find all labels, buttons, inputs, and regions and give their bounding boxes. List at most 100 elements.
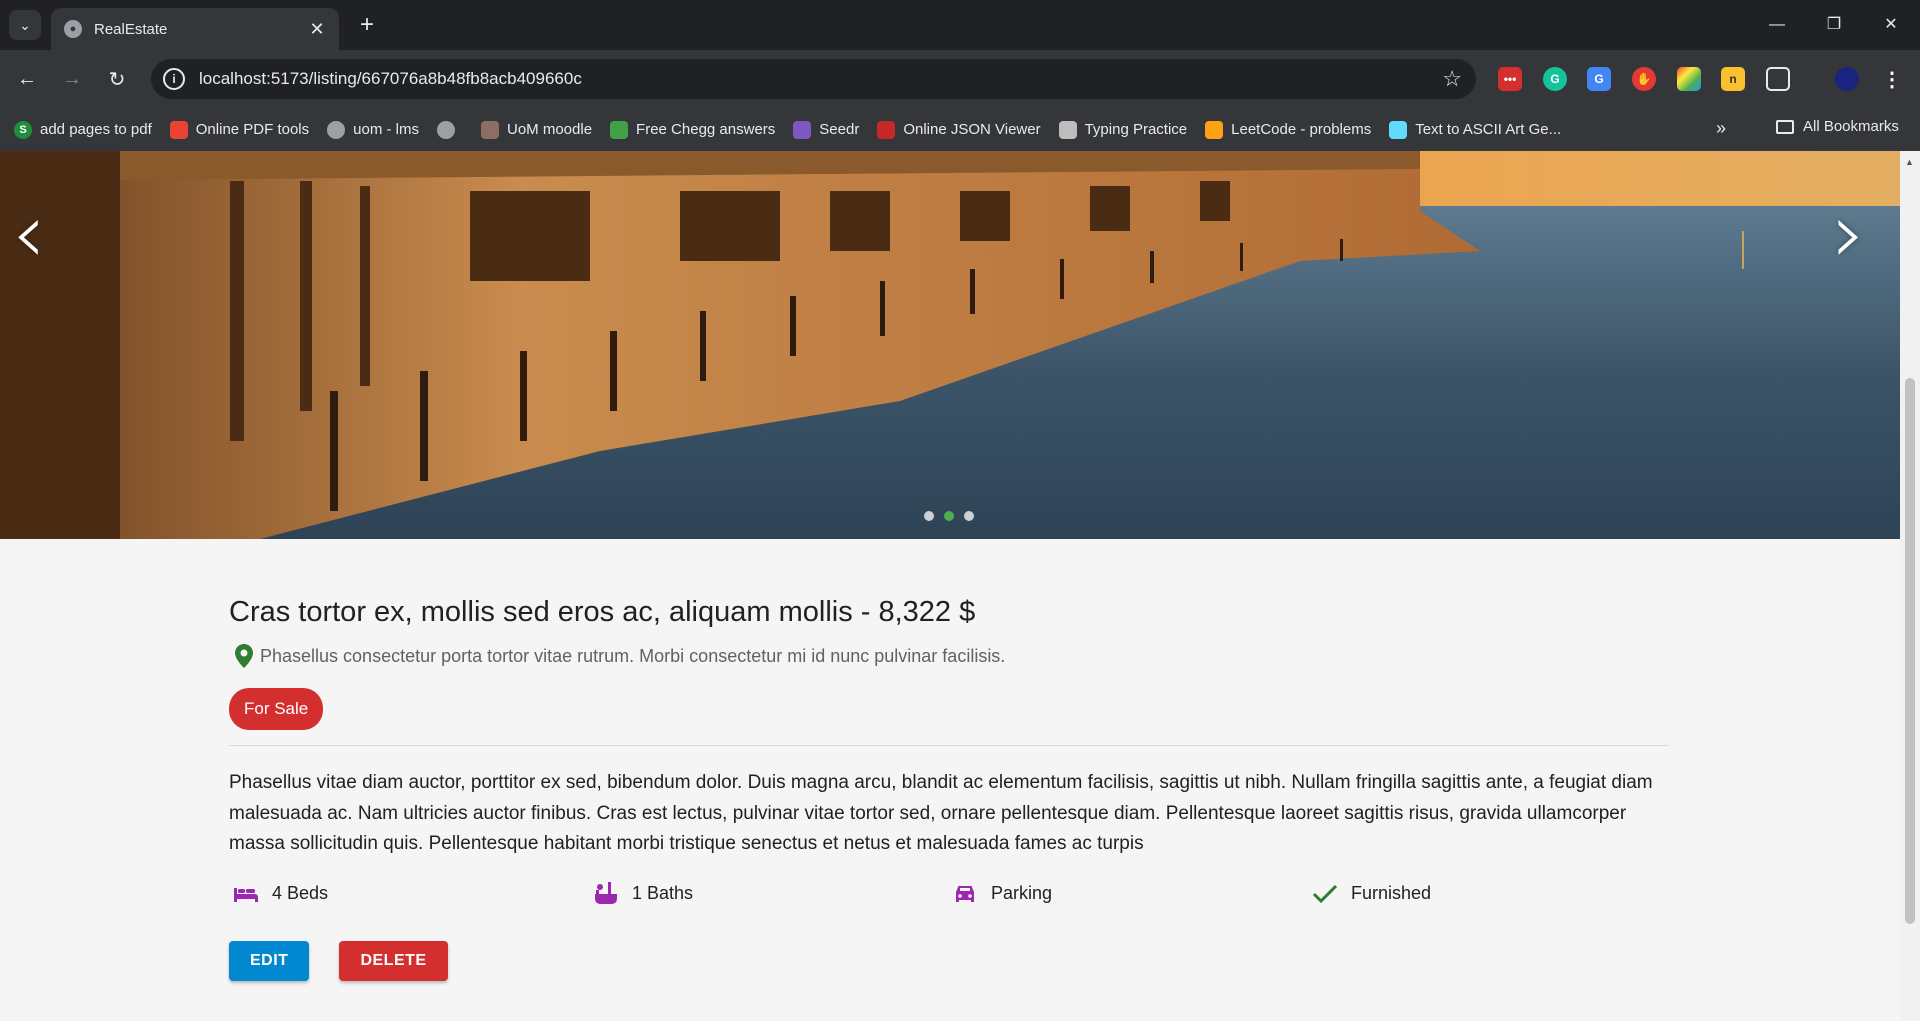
books-icon bbox=[610, 120, 629, 139]
chevron-down-icon: ⌄ bbox=[19, 16, 31, 33]
leetcode-icon bbox=[1205, 120, 1224, 139]
bookmark-item[interactable]: LeetCode - problems bbox=[1205, 120, 1372, 139]
browser-chrome: ⌄ ● RealEstate ✕ + — ❐ ✕ ← → ↻ i localho… bbox=[0, 0, 1920, 151]
listing-photo bbox=[0, 151, 1900, 539]
listing-actions: EDIT DELETE bbox=[229, 940, 1669, 981]
seed-icon bbox=[793, 120, 812, 139]
bookmark-label: LeetCode - problems bbox=[1231, 121, 1372, 138]
block-hand-icon[interactable]: ✋ bbox=[1632, 67, 1656, 91]
bed-icon bbox=[234, 887, 258, 902]
bookmark-label: Online PDF tools bbox=[195, 121, 310, 138]
minimize-icon[interactable]: — bbox=[1757, 10, 1797, 40]
bookmark-label: add pages to pdf bbox=[40, 121, 152, 138]
bookmark-label: UoM moodle bbox=[507, 121, 593, 138]
forward-icon[interactable]: → bbox=[56, 63, 88, 95]
address-text: Phasellus consectetur porta tortor vitae… bbox=[260, 645, 1006, 666]
bookmark-label: Online JSON Viewer bbox=[903, 121, 1041, 138]
feature-furnished: Furnished bbox=[1311, 880, 1431, 908]
bookmark-label: Text to ASCII Art Ge... bbox=[1415, 121, 1562, 138]
bookmark-item[interactable]: Text to ASCII Art Ge... bbox=[1389, 120, 1562, 139]
furnished-label: Furnished bbox=[1351, 883, 1432, 903]
listing-details: Cras tortor ex, mollis sed eros ac, aliq… bbox=[229, 596, 1669, 981]
bookmark-item[interactable]: Online JSON Viewer bbox=[877, 120, 1041, 139]
parking-label: Parking bbox=[991, 883, 1053, 903]
listing-image-carousel[interactable]: ‹ › bbox=[0, 151, 1900, 539]
feature-beds: 4 Beds bbox=[232, 880, 328, 908]
site-info-icon[interactable]: i bbox=[163, 68, 185, 90]
extension-yellow-icon[interactable]: n bbox=[1721, 67, 1745, 91]
bookmark-label: uom - lms bbox=[353, 121, 419, 138]
kebab-menu-icon[interactable]: ⋮ bbox=[1880, 67, 1904, 91]
back-icon[interactable]: ← bbox=[11, 63, 43, 95]
bookmark-item[interactable]: Seedr bbox=[793, 120, 860, 139]
heart-icon bbox=[169, 120, 188, 139]
globe-icon: ● bbox=[64, 20, 82, 38]
bookmark-item[interactable]: UoM moodle bbox=[481, 120, 593, 139]
feature-parking: Parking bbox=[951, 880, 1052, 908]
keyboard-icon bbox=[1058, 120, 1077, 139]
page-viewport: ‹ › Cras tortor ex, mollis sed eros ac, … bbox=[0, 151, 1900, 1021]
globe-icon bbox=[437, 120, 455, 139]
carousel-dot[interactable] bbox=[944, 511, 954, 521]
bookmark-star-icon[interactable]: ☆ bbox=[1442, 66, 1462, 92]
listing-type-badge: For Sale bbox=[229, 688, 324, 730]
edit-button[interactable]: EDIT bbox=[229, 940, 310, 981]
bookmark-item[interactable]: Typing Practice bbox=[1058, 120, 1188, 139]
bookmark-label: Free Chegg answers bbox=[636, 121, 776, 138]
url-text[interactable]: localhost:5173/listing/667076a8b48fb8acb… bbox=[199, 69, 1442, 89]
bookmark-item[interactable]: Online PDF tools bbox=[169, 120, 310, 139]
globe-icon bbox=[327, 120, 346, 139]
close-window-icon[interactable]: ✕ bbox=[1871, 10, 1911, 40]
page-scrollbar[interactable]: ▲ bbox=[1900, 151, 1920, 1021]
json-icon bbox=[877, 120, 896, 139]
address-bar[interactable]: i localhost:5173/listing/667076a8b48fb8a… bbox=[151, 59, 1476, 99]
all-bookmarks-button[interactable]: All Bookmarks bbox=[1776, 118, 1899, 135]
browser-tab[interactable]: ● RealEstate ✕ bbox=[51, 8, 339, 50]
listing-title: Cras tortor ex, mollis sed eros ac, aliq… bbox=[229, 596, 976, 628]
close-tab-icon[interactable]: ✕ bbox=[305, 19, 329, 40]
s-icon: S bbox=[14, 120, 32, 139]
extension-dots-icon[interactable]: ••• bbox=[1498, 67, 1522, 91]
bookmark-item[interactable]: Free Chegg answers bbox=[610, 120, 776, 139]
restore-icon[interactable]: ❐ bbox=[1814, 10, 1854, 40]
folder-icon bbox=[1776, 119, 1794, 134]
extensions-puzzle-icon[interactable] bbox=[1766, 67, 1790, 91]
bookmark-item[interactable] bbox=[437, 120, 463, 139]
feature-baths: 1 Baths bbox=[592, 880, 693, 908]
scroll-up-icon[interactable]: ▲ bbox=[1905, 157, 1914, 167]
check-icon bbox=[1312, 884, 1338, 903]
bookmark-item[interactable]: uom - lms bbox=[327, 120, 419, 139]
react-icon bbox=[1389, 120, 1408, 139]
translate-icon[interactable]: G bbox=[1587, 67, 1611, 91]
tab-title: RealEstate bbox=[94, 20, 168, 38]
scrollbar-thumb[interactable] bbox=[1905, 378, 1915, 924]
new-tab-button[interactable]: + bbox=[352, 10, 382, 40]
tab-search-button[interactable]: ⌄ bbox=[9, 10, 41, 40]
carousel-prev-arrow[interactable]: ‹ bbox=[12, 191, 46, 275]
delete-button[interactable]: DELETE bbox=[339, 940, 448, 981]
divider bbox=[229, 745, 1669, 746]
location-pin-icon bbox=[235, 644, 253, 668]
profile-avatar[interactable] bbox=[1835, 67, 1859, 91]
carousel-next-arrow[interactable]: › bbox=[1832, 191, 1866, 275]
tab-strip: ⌄ ● RealEstate ✕ + — ❐ ✕ bbox=[0, 0, 1920, 50]
bookmarks-bar: Sadd pages to pdf Online PDF tools uom - l… bbox=[0, 108, 1920, 151]
bookmark-item[interactable]: Sadd pages to pdf bbox=[14, 120, 152, 139]
bookmarks-overflow-icon[interactable]: » bbox=[1716, 118, 1726, 139]
listing-address: Phasellus consectetur porta tortor vitae… bbox=[229, 644, 1669, 668]
all-bookmarks-label: All Bookmarks bbox=[1803, 118, 1899, 135]
beds-label: 4 Beds bbox=[272, 883, 329, 903]
bookmark-label: Seedr bbox=[819, 121, 860, 138]
grammarly-icon[interactable]: G bbox=[1543, 67, 1567, 91]
reload-icon[interactable]: ↻ bbox=[101, 63, 133, 95]
bathtub-icon bbox=[595, 881, 617, 904]
color-picker-icon[interactable] bbox=[1677, 67, 1701, 91]
browser-toolbar: ← → ↻ i localhost:5173/listing/667076a8b… bbox=[0, 50, 1920, 108]
bookmark-label: Typing Practice bbox=[1084, 121, 1188, 138]
car-icon bbox=[956, 885, 974, 902]
carousel-dot[interactable] bbox=[964, 511, 974, 521]
listing-description: Phasellus vitae diam auctor, porttitor e… bbox=[229, 772, 1653, 854]
carousel-dot[interactable] bbox=[924, 511, 934, 521]
listing-features: 4 Beds 1 Baths Parking Furnished bbox=[229, 880, 1669, 912]
moodle-icon bbox=[481, 120, 499, 139]
